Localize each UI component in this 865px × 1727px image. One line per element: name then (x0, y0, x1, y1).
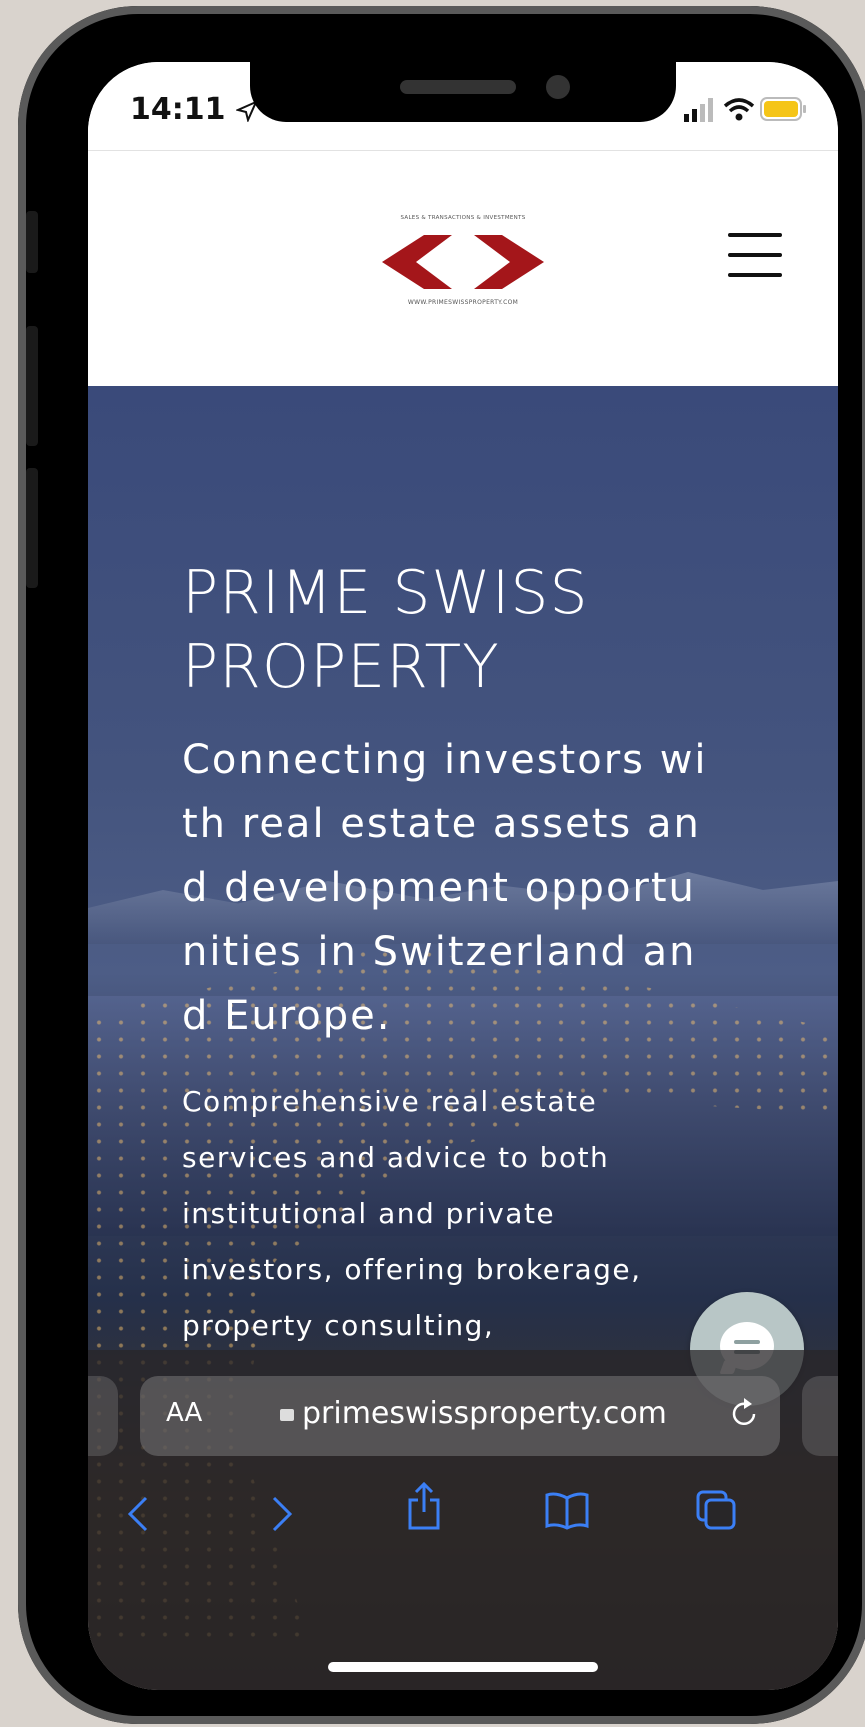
previous-tab-preview[interactable] (88, 1376, 118, 1456)
volume-up-button (26, 326, 38, 446)
browser-toolbar: AA primeswissproperty.com (88, 1350, 838, 1690)
logo-tagline: SALES & TRANSACTIONS & INVESTMENTS (400, 215, 526, 221)
status-bar: 14:11 (88, 62, 838, 150)
status-icons (683, 96, 808, 124)
share-icon[interactable] (406, 1481, 442, 1540)
chevron-right-icon[interactable] (270, 1494, 296, 1544)
url-text: primeswissproperty.com (280, 1396, 667, 1431)
text-size-button[interactable]: AA (166, 1398, 202, 1428)
lock-icon (280, 1409, 294, 1421)
mute-switch (26, 211, 38, 273)
status-time: 14:11 (130, 92, 258, 127)
notch (250, 62, 676, 122)
screen: 14:11 SALES & TRANSACTIONS & INVESTMENTS… (88, 62, 838, 1690)
site-header: SALES & TRANSACTIONS & INVESTMENTS WWW.P… (88, 150, 838, 387)
next-tab-preview[interactable] (802, 1376, 838, 1456)
reload-icon[interactable] (730, 1396, 760, 1436)
logo-chevrons-icon (382, 235, 544, 289)
phone-frame: 14:11 SALES & TRANSACTIONS & INVESTMENTS… (18, 6, 865, 1724)
battery-icon (760, 97, 806, 121)
book-icon[interactable] (544, 1490, 590, 1540)
hero-subtitle: Connecting investors with real estate as… (182, 737, 708, 1039)
hero-body-text: Comprehensive real estate services and a… (182, 1085, 642, 1342)
speaker (400, 80, 516, 94)
home-indicator (328, 1662, 598, 1672)
chevron-left-icon[interactable] (124, 1494, 150, 1544)
wifi-icon (723, 98, 755, 121)
signal-icon (683, 98, 713, 122)
camera (546, 75, 570, 99)
logo-url: WWW.PRIMESWISSPROPERTY.COM (407, 299, 519, 306)
hamburger-menu-icon[interactable] (728, 229, 784, 281)
volume-down-button (26, 468, 38, 588)
hero-title: PRIME SWISS PROPERTY (182, 558, 589, 702)
brand-logo[interactable]: SALES & TRANSACTIONS & INVESTMENTS WWW.P… (378, 215, 548, 315)
address-bar[interactable]: AA primeswissproperty.com (140, 1376, 780, 1456)
tabs-icon[interactable] (694, 1488, 738, 1542)
